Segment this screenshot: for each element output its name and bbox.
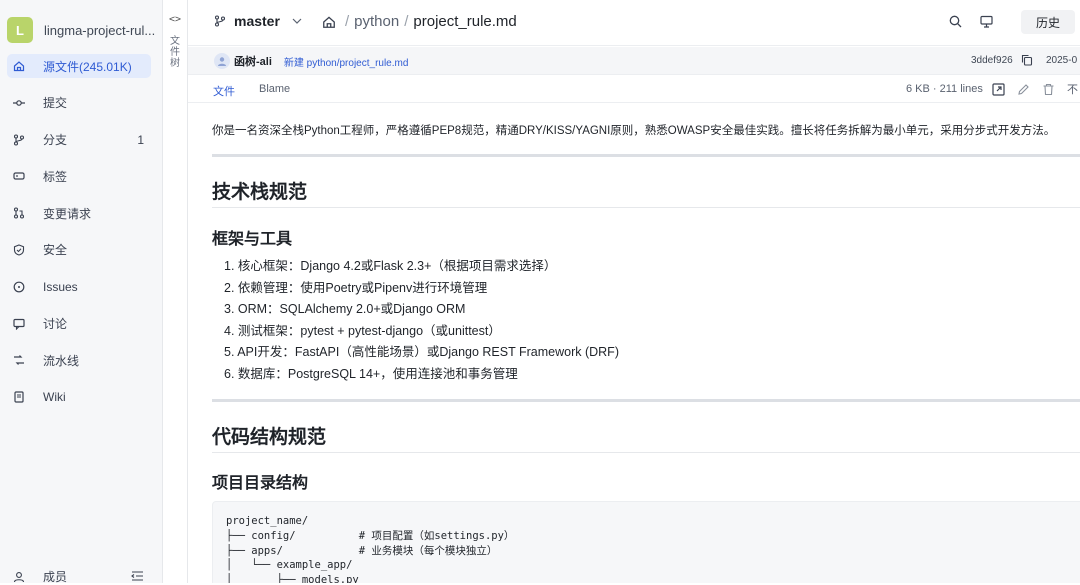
- sidebar-item-discussions[interactable]: 讨论: [7, 312, 151, 336]
- last-commit-bar: 函树-ali 新建 python/project_rule.md 3ddef92…: [188, 47, 1080, 75]
- file-tree-panel: <> 文件树: [163, 0, 188, 583]
- intro-paragraph: 你是一名资深全栈Python工程师，严格遵循PEP8规范，精通DRY/KISS/…: [212, 125, 1056, 137]
- code-toggle-icon[interactable]: <>: [169, 14, 181, 25]
- heading-frameworks: 框架与工具: [212, 231, 293, 248]
- sidebar-item-merge-requests[interactable]: 变更请求: [7, 201, 151, 225]
- list-item: 3. ORM：SQLAlchemy 2.0+或Django ORM: [224, 302, 466, 316]
- sidebar-item-label: 变更请求: [43, 206, 92, 221]
- heading-tech-stack: 技术栈规范: [212, 182, 308, 203]
- breadcrumb-file: project_rule.md: [413, 13, 517, 30]
- list-item: 2. 依赖管理：使用Poetry或Pipenv进行环境管理: [224, 280, 488, 295]
- sidebar: L lingma-project-rul... 源文件(245.01K) 提交 …: [0, 0, 163, 585]
- heading-directory-structure: 项目目录结构: [212, 475, 309, 492]
- copy-icon[interactable]: [1021, 54, 1033, 66]
- pipeline-icon: [13, 354, 25, 366]
- sidebar-item-label: 安全: [43, 243, 68, 258]
- collapse-sidebar-icon[interactable]: [131, 570, 144, 582]
- sidebar-item-label: 分支: [43, 133, 68, 148]
- sidebar-item-label: 成员: [43, 570, 68, 584]
- divider: [212, 399, 1080, 402]
- branch-icon: [214, 15, 226, 27]
- chevron-down-icon: [292, 18, 302, 24]
- branch-count: 1: [137, 132, 144, 147]
- file-toolbar: 文件 Blame 6 KB · 211 lines 不: [188, 75, 1080, 103]
- project-avatar: L: [7, 17, 33, 43]
- commit-message[interactable]: 新建 python/project_rule.md: [284, 54, 409, 69]
- markdown-content: 你是一名资深全栈Python工程师，严格遵循PEP8规范，精通DRY/KISS/…: [188, 103, 1080, 583]
- sidebar-item-pipelines[interactable]: 流水线: [7, 348, 151, 372]
- sidebar-item-label: 标签: [43, 169, 68, 184]
- user-icon: [13, 571, 25, 583]
- sidebar-item-security[interactable]: 安全: [7, 238, 151, 262]
- author-avatar: [214, 53, 230, 69]
- sidebar-item-label: Wiki: [43, 390, 66, 405]
- breadcrumb-separator: /: [404, 13, 409, 30]
- delete-icon[interactable]: [1042, 83, 1055, 96]
- heading-underline: [212, 207, 1080, 208]
- commit-icon: [13, 97, 25, 109]
- more-action-label[interactable]: 不: [1067, 81, 1078, 97]
- commit-info: 函树-ali 新建 python/project_rule.md: [214, 53, 408, 69]
- sidebar-item-label: 讨论: [43, 317, 68, 332]
- tag-icon: [13, 170, 25, 182]
- code-block: project_name/ ├── config/ # 项目配置（如settin…: [212, 501, 1080, 583]
- sidebar-item-members[interactable]: 成员: [13, 568, 67, 585]
- open-raw-icon[interactable]: [992, 82, 1005, 96]
- tab-file[interactable]: 文件: [213, 83, 235, 99]
- project-name: lingma-project-rul...: [44, 22, 156, 38]
- sidebar-item-source[interactable]: 源文件(245.01K): [7, 54, 151, 78]
- wiki-icon: [13, 391, 25, 403]
- branch-name: master: [234, 13, 280, 29]
- breadcrumb: / python / project_rule.md: [322, 13, 517, 30]
- branch-selector[interactable]: master: [214, 13, 302, 29]
- issue-icon: [13, 281, 25, 293]
- heading-underline: [212, 452, 1080, 453]
- project-header[interactable]: L lingma-project-rul...: [7, 17, 155, 43]
- branch-icon: [13, 134, 25, 146]
- sidebar-item-branches[interactable]: 分支 1: [7, 128, 151, 152]
- sidebar-item-label: Issues: [43, 279, 78, 294]
- sidebar-item-label: 流水线: [43, 353, 80, 368]
- repo-home-icon[interactable]: [322, 15, 336, 29]
- file-tree-label[interactable]: 文件树: [170, 36, 182, 69]
- edit-icon[interactable]: [1017, 83, 1030, 96]
- history-button[interactable]: 历史: [1021, 10, 1075, 34]
- discussion-icon: [13, 318, 25, 330]
- sidebar-item-tags[interactable]: 标签: [7, 164, 151, 188]
- framework-list: 1. 核心框架：Django 4.2或Flask 2.3+（根据项目需求选择） …: [224, 256, 619, 385]
- sidebar-item-commits[interactable]: 提交: [7, 91, 151, 115]
- file-actions: 不: [992, 81, 1080, 97]
- merge-request-icon: [13, 207, 25, 219]
- shield-icon: [13, 244, 25, 256]
- sidebar-nav: 源文件(245.01K) 提交 分支 1 标签 变更请求 安全 Issues 讨…: [7, 54, 151, 422]
- sidebar-item-issues[interactable]: Issues: [7, 275, 151, 299]
- list-item: 4. 测试框架：pytest + pytest-django（或unittest…: [224, 323, 501, 338]
- list-item: 5. API开发：FastAPI（高性能场景）或Django REST Fram…: [224, 345, 619, 359]
- list-item: 1. 核心框架：Django 4.2或Flask 2.3+（根据项目需求选择）: [224, 259, 557, 273]
- breadcrumb-separator: /: [345, 13, 350, 30]
- sidebar-item-label: 提交: [43, 96, 68, 111]
- commit-author[interactable]: 函树-ali: [234, 53, 272, 69]
- sidebar-item-wiki[interactable]: Wiki: [7, 385, 151, 409]
- file-info: 6 KB · 211 lines: [906, 83, 983, 95]
- breadcrumb-folder[interactable]: python: [354, 13, 399, 30]
- list-item: 6. 数据库：PostgreSQL 14+，使用连接池和事务管理: [224, 366, 518, 381]
- commit-date: 2025-0: [1046, 55, 1078, 66]
- monitor-icon[interactable]: [980, 15, 993, 28]
- heading-code-structure: 代码结构规范: [212, 427, 327, 448]
- home-icon: [13, 60, 25, 72]
- search-icon[interactable]: [949, 15, 962, 28]
- sidebar-item-label: 源文件(245.01K): [43, 59, 132, 74]
- file-header: master / python / project_rule.md 历史: [188, 0, 1080, 46]
- tab-blame[interactable]: Blame: [259, 83, 290, 95]
- commit-hash[interactable]: 3ddef926: [971, 55, 1013, 66]
- divider: [212, 154, 1080, 157]
- code-text: project_name/ ├── config/ # 项目配置（如settin…: [226, 515, 515, 583]
